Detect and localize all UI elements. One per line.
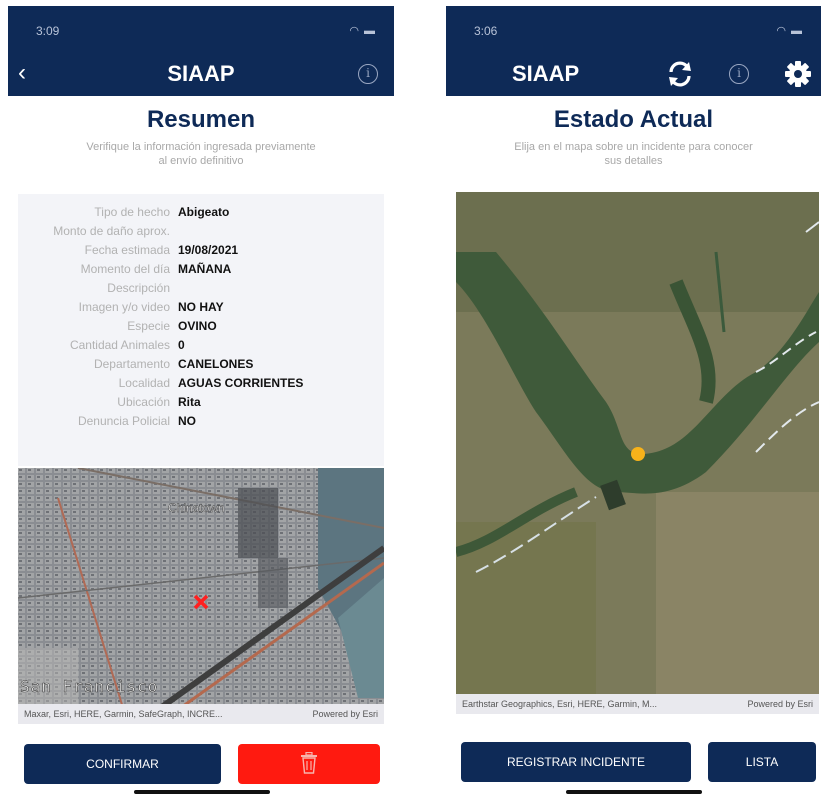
summary-panel: Tipo de hecho Abigeato Monto de daño aprox…	[18, 194, 384, 466]
field-label: Especie	[127, 318, 170, 333]
field-label: Imagen y/o video	[78, 299, 170, 314]
status-bar: 3:06 ◠ ▬	[446, 6, 821, 52]
nav-bar: ‹ SIAAP i	[8, 52, 394, 96]
info-icon[interactable]: i	[358, 64, 378, 84]
summary-row: Momento del día MAÑANA	[18, 259, 384, 278]
battery-icon: ◠ ▬	[776, 25, 803, 37]
map-label-city: San Francisco	[20, 677, 158, 696]
battery-icon: ◠ ▬	[349, 25, 376, 37]
home-indicator	[134, 790, 270, 794]
app-title: SIAAP	[512, 61, 580, 86]
field-label: Descripción	[107, 280, 170, 295]
status-time: 3:09	[36, 24, 60, 38]
field-value: NO	[178, 413, 196, 428]
summary-row: Cantidad Animales 0	[18, 335, 384, 354]
page-title: Estado Actual	[553, 106, 714, 133]
incident-map[interactable]: Earthstar Geographics, Esri, HERE, Garmi…	[456, 192, 819, 714]
gear-icon[interactable]	[782, 58, 814, 90]
field-value: Abigeato	[178, 204, 230, 219]
app-title: SIAAP	[167, 61, 235, 86]
attribution-text: Maxar, Esri, HERE, Garmin, SafeGraph, IN…	[24, 709, 223, 719]
field-label: Monto de daño aprox.	[53, 223, 170, 238]
map-label-district: Chinatown	[168, 501, 225, 515]
satellite-map	[456, 192, 819, 714]
nav-bar: SIAAP i	[446, 52, 821, 96]
resumen-screen: 3:09 ◠ ▬ ‹ SIAAP i Resumen Verifique la …	[8, 6, 394, 796]
field-value: 19/08/2021	[178, 242, 239, 257]
delete-button[interactable]	[238, 744, 380, 784]
field-value: 0	[178, 337, 185, 352]
field-label: Fecha estimada	[84, 242, 170, 257]
summary-row: Tipo de hecho Abigeato	[18, 202, 384, 221]
status-bar: 3:09 ◠ ▬	[8, 6, 394, 52]
field-label: Ubicación	[117, 394, 170, 409]
summary-row: Ubicación Rita	[18, 392, 384, 411]
field-value: MAÑANA	[178, 261, 232, 276]
attribution-text: Earthstar Geographics, Esri, HERE, Garmi…	[462, 699, 658, 709]
field-label: Momento del día	[80, 261, 170, 276]
field-label: Localidad	[118, 375, 170, 390]
info-icon[interactable]: i	[729, 64, 749, 84]
powered-by-esri[interactable]: Powered by Esri	[308, 709, 378, 719]
list-button[interactable]: LISTA	[708, 742, 816, 782]
trash-icon	[301, 752, 317, 774]
field-value: AGUAS CORRIENTES	[178, 375, 304, 390]
estado-actual-screen: 3:06 ◠ ▬ SIAAP i Estado Actual Elija en …	[446, 6, 821, 796]
city-map: Chinatown San Francisco	[18, 468, 384, 724]
summary-row: Monto de daño aprox.	[18, 221, 384, 240]
powered-by-esri[interactable]: Powered by Esri	[743, 699, 813, 709]
page-subtitle: Elija en el mapa sobre un incidente para…	[514, 141, 753, 167]
status-time: 3:06	[474, 24, 498, 38]
field-value: NO HAY	[178, 299, 224, 314]
summary-row: Descripción	[18, 278, 384, 297]
page-subtitle: Verifique la información ingresada previ…	[86, 141, 316, 167]
field-label: Denuncia Policial	[77, 413, 170, 428]
summary-row: Departamento CANELONES	[18, 354, 384, 373]
summary-row: Especie OVINO	[18, 316, 384, 335]
map-attribution: Earthstar Geographics, Esri, HERE, Garmi…	[456, 694, 819, 714]
field-label: Departamento	[93, 356, 170, 371]
map-attribution: Maxar, Esri, HERE, Garmin, SafeGraph, IN…	[18, 704, 384, 724]
field-value: OVINO	[178, 318, 217, 333]
field-value: CANELONES	[178, 356, 254, 371]
summary-row: Imagen y/o video NO HAY	[18, 297, 384, 316]
home-indicator	[566, 790, 702, 794]
sync-icon[interactable]	[664, 58, 696, 90]
confirm-button[interactable]: CONFIRMAR	[24, 744, 221, 784]
field-label: Tipo de hecho	[94, 204, 170, 219]
register-incident-button[interactable]: REGISTRAR INCIDENTE	[461, 742, 691, 782]
field-value: Rita	[178, 394, 201, 409]
field-label: Cantidad Animales	[69, 337, 170, 352]
incident-dot-icon[interactable]	[631, 447, 645, 461]
summary-row: Localidad AGUAS CORRIENTES	[18, 373, 384, 392]
location-map[interactable]: Chinatown San Francisco Maxar, Esri, HER…	[18, 468, 384, 724]
page-title: Resumen	[146, 106, 256, 133]
summary-row: Fecha estimada 19/08/2021	[18, 240, 384, 259]
summary-row: Denuncia Policial NO	[18, 411, 384, 430]
